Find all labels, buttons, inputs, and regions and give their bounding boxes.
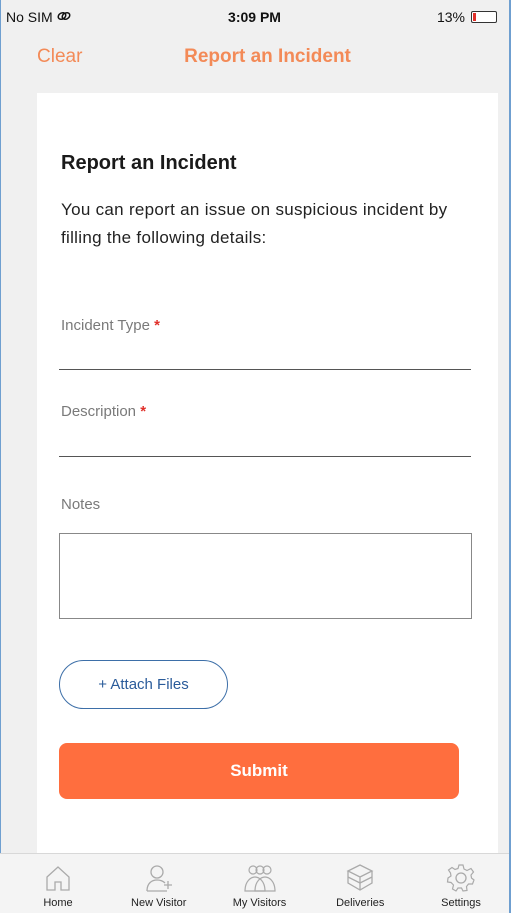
status-left: No SIM — [6, 9, 71, 25]
box-icon — [346, 864, 374, 891]
status-bar: No SIM 3:09 PM 13% — [0, 0, 509, 34]
carrier-label: No SIM — [6, 9, 53, 25]
required-marker: * — [154, 317, 160, 334]
required-marker: * — [140, 403, 147, 420]
tab-new-visitor[interactable]: New Visitor — [119, 854, 199, 913]
form-heading: Report an Incident — [61, 152, 237, 174]
attach-files-button[interactable]: + Attach Files — [59, 660, 228, 709]
form-description: You can report an issue on suspicious in… — [61, 200, 448, 247]
incident-type-field[interactable] — [59, 369, 471, 370]
description-label: Description * — [61, 403, 146, 420]
submit-button[interactable]: Submit — [59, 743, 459, 799]
link-icon — [57, 9, 71, 25]
group-icon — [243, 865, 276, 892]
tab-new-visitor-label: New Visitor — [131, 897, 187, 909]
gear-icon — [446, 864, 475, 892]
tab-deliveries[interactable]: Deliveries — [320, 854, 400, 913]
description-label-text: Description — [61, 403, 137, 420]
tab-settings[interactable]: Settings — [421, 854, 501, 913]
add-user-icon — [146, 865, 172, 892]
notes-textarea[interactable] — [59, 533, 472, 619]
battery-icon — [471, 11, 497, 23]
form-card: Report an Incident You can report an iss… — [37, 93, 498, 853]
incident-type-label: Incident Type * — [61, 317, 160, 334]
tab-my-visitors-label: My Visitors — [232, 897, 287, 909]
device-frame-left — [0, 0, 1, 913]
nav-bar: Clear Report an Incident — [0, 34, 509, 84]
tab-deliveries-label: Deliveries — [336, 897, 385, 909]
page-title: Report an Incident — [184, 46, 351, 67]
tab-settings-label: Settings — [441, 897, 481, 909]
home-icon — [46, 866, 70, 891]
battery-fill — [473, 13, 476, 21]
notes-label: Notes — [61, 496, 101, 513]
tab-home-label: Home — [43, 897, 73, 909]
status-time: 3:09 PM — [228, 9, 281, 25]
battery-percent: 13% — [436, 9, 465, 25]
incident-type-label-text: Incident Type — [61, 317, 150, 334]
description-field[interactable] — [59, 456, 471, 457]
tab-my-visitors[interactable]: My Visitors — [220, 854, 300, 913]
tab-home[interactable]: Home — [18, 854, 98, 913]
status-right: 13% — [437, 9, 497, 25]
tab-bar: Home New Visitor My Visitors Deliveries — [0, 853, 509, 913]
